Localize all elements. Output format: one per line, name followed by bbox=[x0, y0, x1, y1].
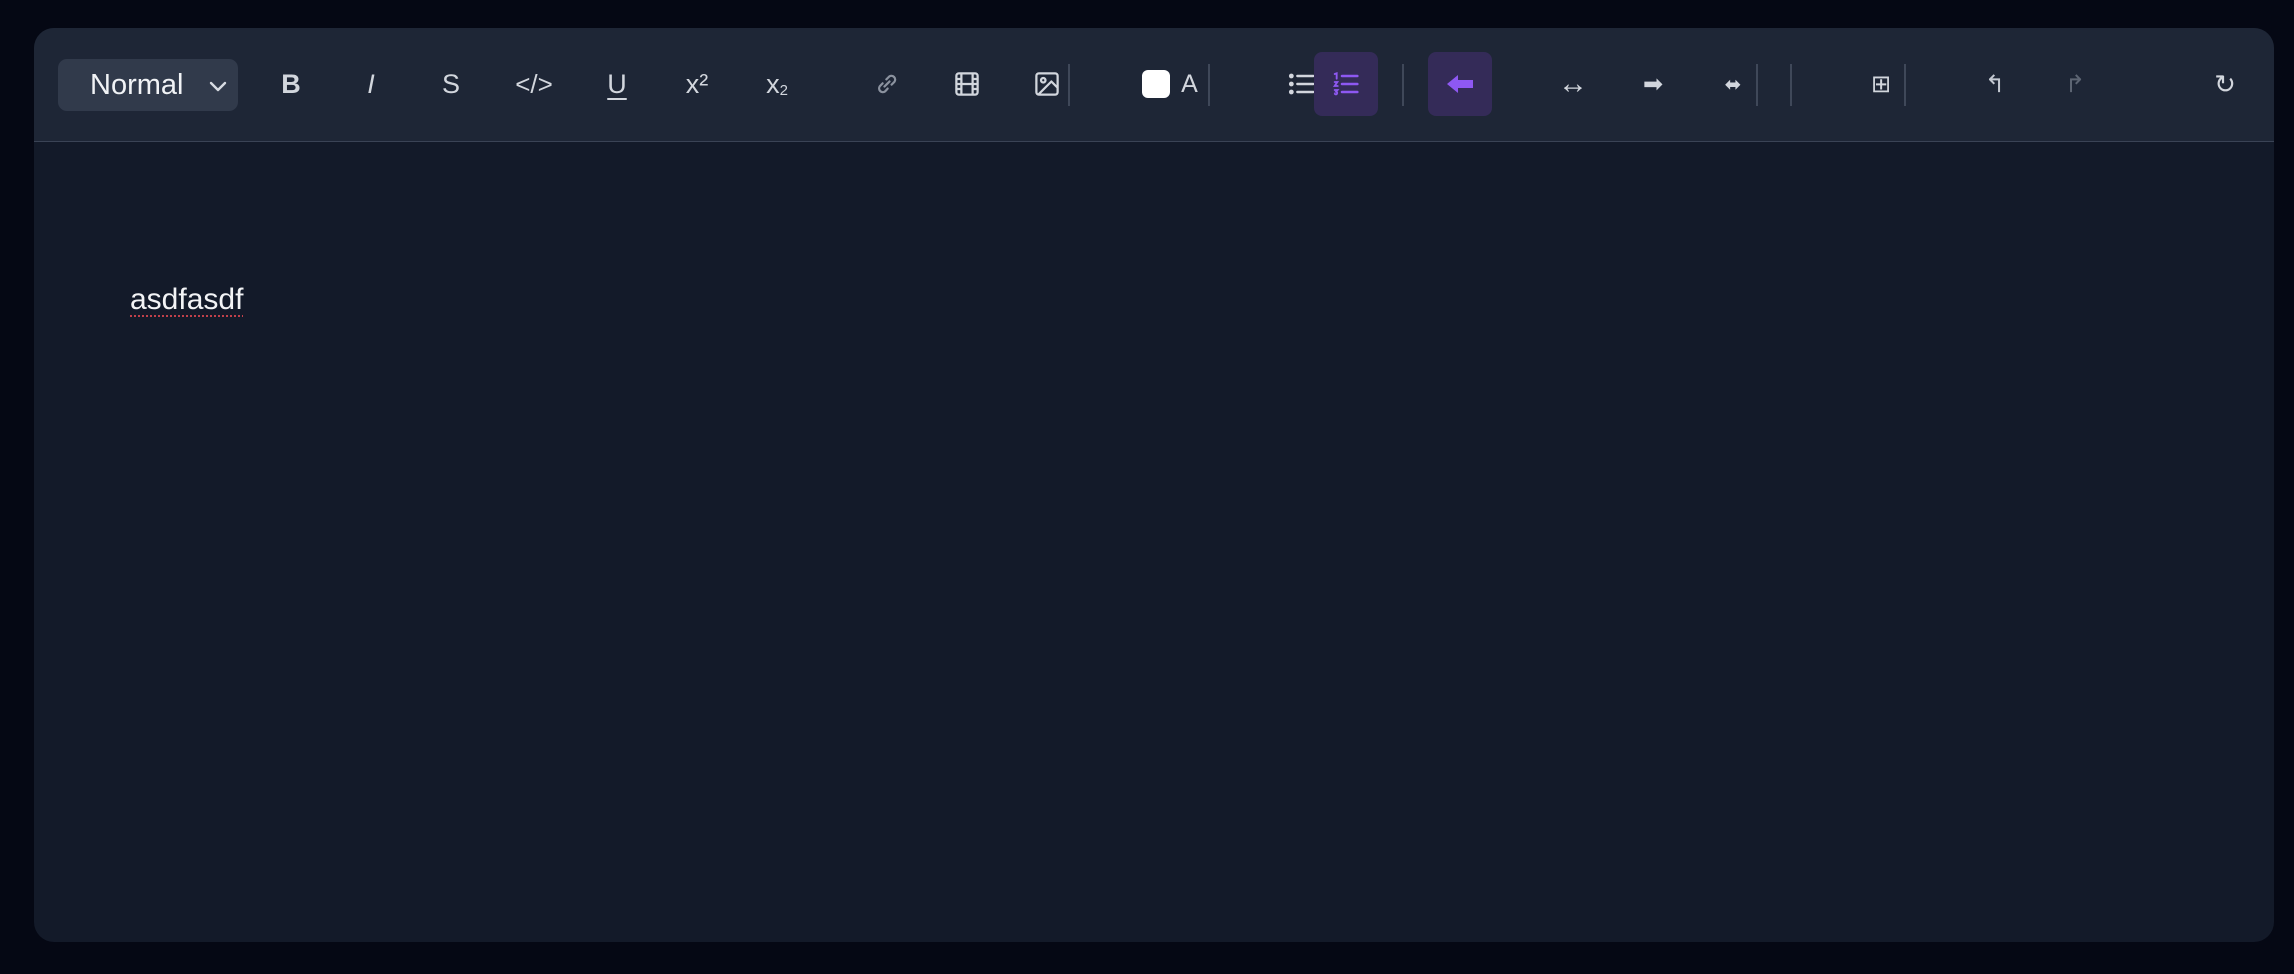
bold-label: B bbox=[281, 68, 301, 99]
code-label: </> bbox=[515, 68, 553, 99]
align-left-button[interactable] bbox=[1428, 52, 1492, 116]
heading-select-value: Normal bbox=[90, 68, 184, 101]
refresh-icon: ↻ bbox=[2214, 68, 2236, 99]
toolbar-divider bbox=[1208, 64, 1210, 106]
subscript-label: x bbox=[766, 68, 780, 99]
text-color-button[interactable]: A bbox=[1130, 52, 1210, 116]
align-right-button[interactable]: ➡ bbox=[1626, 52, 1680, 116]
italic-label: I bbox=[367, 68, 375, 99]
superscript-button[interactable]: x² bbox=[670, 52, 724, 116]
insert-table-button[interactable]: ⊞ bbox=[1854, 52, 1908, 116]
video-button[interactable] bbox=[940, 52, 994, 116]
image-icon bbox=[1032, 69, 1062, 99]
heading-select[interactable]: Normal bbox=[58, 59, 238, 111]
text-color-label: A bbox=[1181, 69, 1198, 98]
ordered-list-icon bbox=[1330, 68, 1362, 100]
redo-button[interactable]: ↱ bbox=[2048, 52, 2102, 116]
ordered-list-button[interactable] bbox=[1314, 52, 1378, 116]
toolbar-divider bbox=[1402, 64, 1404, 106]
arrow-left-icon bbox=[1445, 72, 1475, 96]
film-icon bbox=[952, 69, 982, 99]
strikethrough-button[interactable]: S bbox=[424, 52, 478, 116]
editor-toolbar: Normal B I S </> U x² x2 A ↔ ➡ ⬌ ⊞ ↰ ↱ ↻ bbox=[34, 28, 2274, 142]
redo-icon: ↱ bbox=[2064, 70, 2086, 98]
undo-button[interactable]: ↰ bbox=[1968, 52, 2022, 116]
toolbar-divider bbox=[1756, 64, 1758, 106]
subscript-button[interactable]: x2 bbox=[750, 52, 804, 116]
refresh-button[interactable]: ↻ bbox=[2198, 52, 2252, 116]
align-center-button[interactable]: ↔ bbox=[1546, 52, 1600, 116]
underline-label: U bbox=[607, 68, 627, 99]
chevron-down-icon bbox=[206, 74, 230, 98]
rich-text-editor: Normal B I S </> U x² x2 A ↔ ➡ ⬌ ⊞ ↰ ↱ ↻… bbox=[34, 28, 2274, 942]
link-button[interactable] bbox=[860, 52, 914, 116]
align-right-label: ➡ bbox=[1642, 70, 1664, 98]
image-button[interactable] bbox=[1020, 52, 1074, 116]
bold-button[interactable]: B bbox=[264, 52, 318, 116]
superscript-label: x² bbox=[685, 68, 709, 99]
code-button[interactable]: </> bbox=[504, 52, 564, 116]
toolbar-divider bbox=[1790, 64, 1792, 106]
align-justify-label: ⬌ bbox=[1724, 73, 1742, 96]
link-icon bbox=[872, 69, 902, 99]
strikethrough-label: S bbox=[441, 68, 460, 99]
undo-icon: ↰ bbox=[1984, 70, 2006, 98]
subscript-index: 2 bbox=[779, 81, 788, 99]
toolbar-divider bbox=[1904, 64, 1906, 106]
italic-button[interactable]: I bbox=[344, 52, 398, 116]
toolbar-divider bbox=[1068, 64, 1070, 106]
underline-button[interactable]: U bbox=[590, 52, 644, 116]
align-justify-button[interactable]: ⬌ bbox=[1706, 52, 1760, 116]
editor-content[interactable]: asdfasdf bbox=[130, 283, 243, 317]
align-center-label: ↔ bbox=[1558, 67, 1588, 100]
text-color-swatch bbox=[1142, 70, 1171, 98]
table-icon-label: ⊞ bbox=[1870, 70, 1892, 98]
